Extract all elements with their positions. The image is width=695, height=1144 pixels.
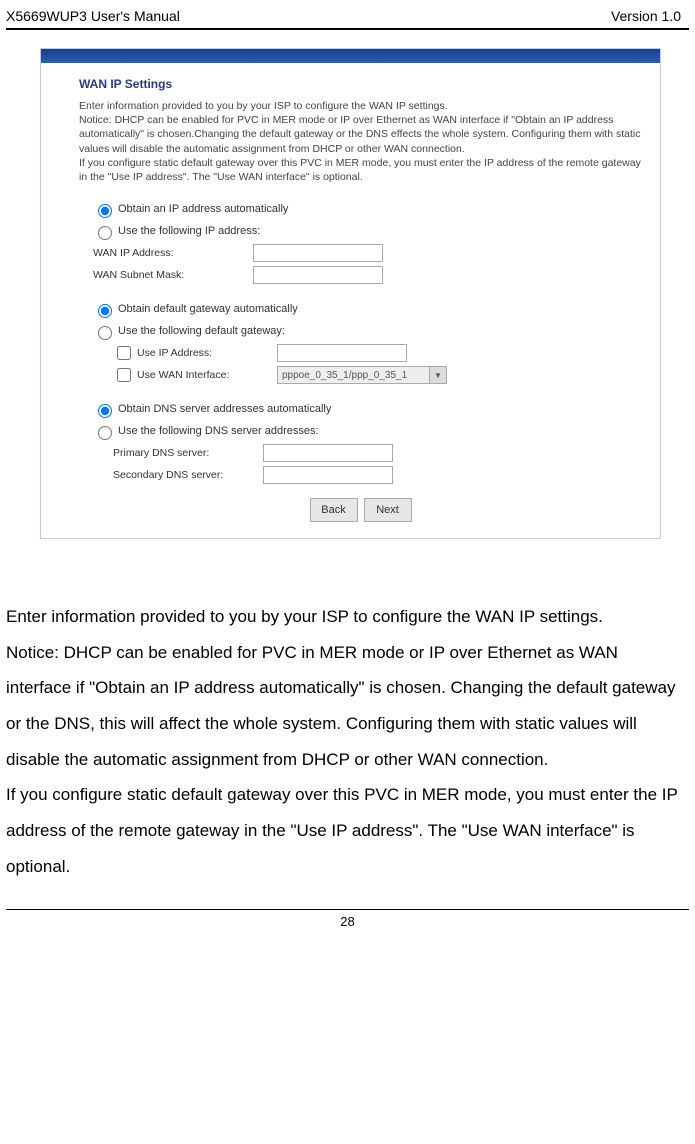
check-use-wan-interface[interactable] [117,368,131,382]
panel-title: WAN IP Settings [79,77,642,91]
check-use-ip-address[interactable] [117,346,131,360]
input-wan-ip[interactable] [253,244,383,262]
label-obtain-ip-auto: Obtain an IP address automatically [118,203,288,215]
label-secondary-dns: Secondary DNS server: [113,469,263,481]
doc-title-left: X5669WUP3 User's Manual [6,8,180,24]
label-wan-mask: WAN Subnet Mask: [93,269,253,281]
page-number: 28 [0,914,695,937]
header-rule [6,28,689,30]
next-button[interactable]: Next [364,498,412,522]
input-wan-mask[interactable] [253,266,383,284]
label-use-dns: Use the following DNS server addresses: [118,425,319,437]
input-secondary-dns[interactable] [263,466,393,484]
page-body-text: Enter information provided to you by you… [6,599,683,885]
doc-title-right: Version 1.0 [611,8,681,24]
label-use-gw: Use the following default gateway: [118,325,285,337]
radio-obtain-gw-auto[interactable] [98,304,112,318]
back-button[interactable]: Back [310,498,358,522]
label-wan-ip: WAN IP Address: [93,247,253,259]
settings-panel: WAN IP Settings Enter information provid… [40,48,661,539]
select-wan-interface-value: pppoe_0_35_1/ppp_0_35_1 [282,370,407,381]
panel-description: Enter information provided to you by you… [79,99,642,184]
input-primary-dns[interactable] [263,444,393,462]
label-use-ip-address: Use IP Address: [137,347,277,359]
radio-obtain-dns-auto[interactable] [98,404,112,418]
label-obtain-dns-auto: Obtain DNS server addresses automaticall… [118,403,331,415]
label-use-ip: Use the following IP address: [118,225,260,237]
radio-use-ip[interactable] [98,226,112,240]
label-obtain-gw-auto: Obtain default gateway automatically [118,303,298,315]
input-gw-ip[interactable] [277,344,407,362]
select-wan-interface[interactable]: pppoe_0_35_1/ppp_0_35_1 ▼ [277,366,447,384]
chevron-down-icon: ▼ [429,367,446,383]
footer-rule [6,909,689,910]
radio-use-dns[interactable] [98,426,112,440]
label-primary-dns: Primary DNS server: [113,447,263,459]
radio-use-gw[interactable] [98,326,112,340]
radio-obtain-ip-auto[interactable] [98,204,112,218]
label-use-wan-interface: Use WAN Interface: [137,369,277,381]
panel-header-bar [41,49,660,63]
